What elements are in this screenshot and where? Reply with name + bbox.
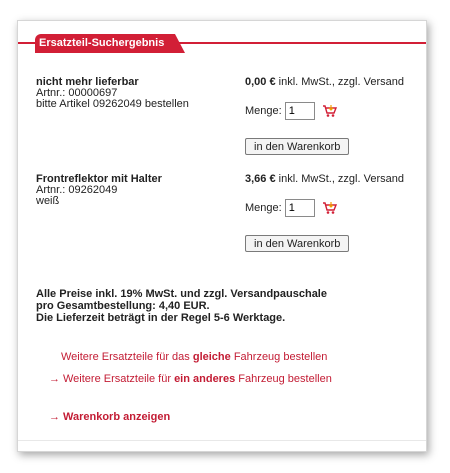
- link-show-cart[interactable]: → Warenkorb anzeigen: [49, 411, 332, 423]
- link-same-vehicle[interactable]: Weitere Ersatzteile für das gleiche Fahr…: [61, 351, 332, 363]
- links: Weitere Ersatzteile für das gleiche Fahr…: [49, 351, 332, 433]
- result-item: Frontreflektor mit Halter Artnr.: 092620…: [36, 174, 416, 264]
- price-note: Alle Preise inkl. 19% MwSt. und zzgl. Ve…: [36, 288, 327, 324]
- cart-icon[interactable]: [322, 104, 338, 118]
- add-to-cart-button[interactable]: in den Warenkorb: [245, 138, 350, 155]
- divider: [18, 440, 426, 441]
- quantity-label: Menge:: [245, 105, 282, 117]
- price-note-line: Alle Preise inkl. 19% MwSt. und zzgl. Ve…: [36, 288, 327, 300]
- tab-title: Ersatzteil-Suchergebnis: [39, 37, 165, 49]
- item-extra: bitte Artikel 09262049 bestellen: [36, 98, 189, 110]
- quantity-row: Menge:: [245, 199, 338, 217]
- results-panel: Ersatzteil-Suchergebnis nicht mehr liefe…: [17, 20, 427, 452]
- item-price: 3,66 € inkl. MwSt., zzgl. Versand: [245, 173, 404, 185]
- item-extra: weiß: [36, 195, 60, 207]
- quantity-label: Menge:: [245, 202, 282, 214]
- link-other-vehicle[interactable]: → Weitere Ersatzteile für ein anderes Fah…: [49, 373, 332, 385]
- quantity-input[interactable]: [284, 102, 315, 120]
- price-note-line: pro Gesamtbestellung: 4,40 EUR.: [36, 300, 210, 312]
- results-tab: Ersatzteil-Suchergebnis: [35, 34, 185, 53]
- arrow-right-icon: →: [49, 373, 60, 385]
- result-item: nicht mehr lieferbar Artnr.: 00000697 bi…: [36, 77, 416, 167]
- item-price: 0,00 € inkl. MwSt., zzgl. Versand: [245, 76, 404, 88]
- quantity-input[interactable]: [284, 199, 315, 217]
- price-note-line: Die Lieferzeit beträgt in der Regel 5-6 …: [36, 312, 286, 324]
- add-to-cart-button[interactable]: in den Warenkorb: [245, 235, 350, 252]
- cart-icon[interactable]: [322, 201, 338, 215]
- arrow-right-icon: →: [49, 411, 60, 423]
- quantity-row: Menge:: [245, 102, 338, 120]
